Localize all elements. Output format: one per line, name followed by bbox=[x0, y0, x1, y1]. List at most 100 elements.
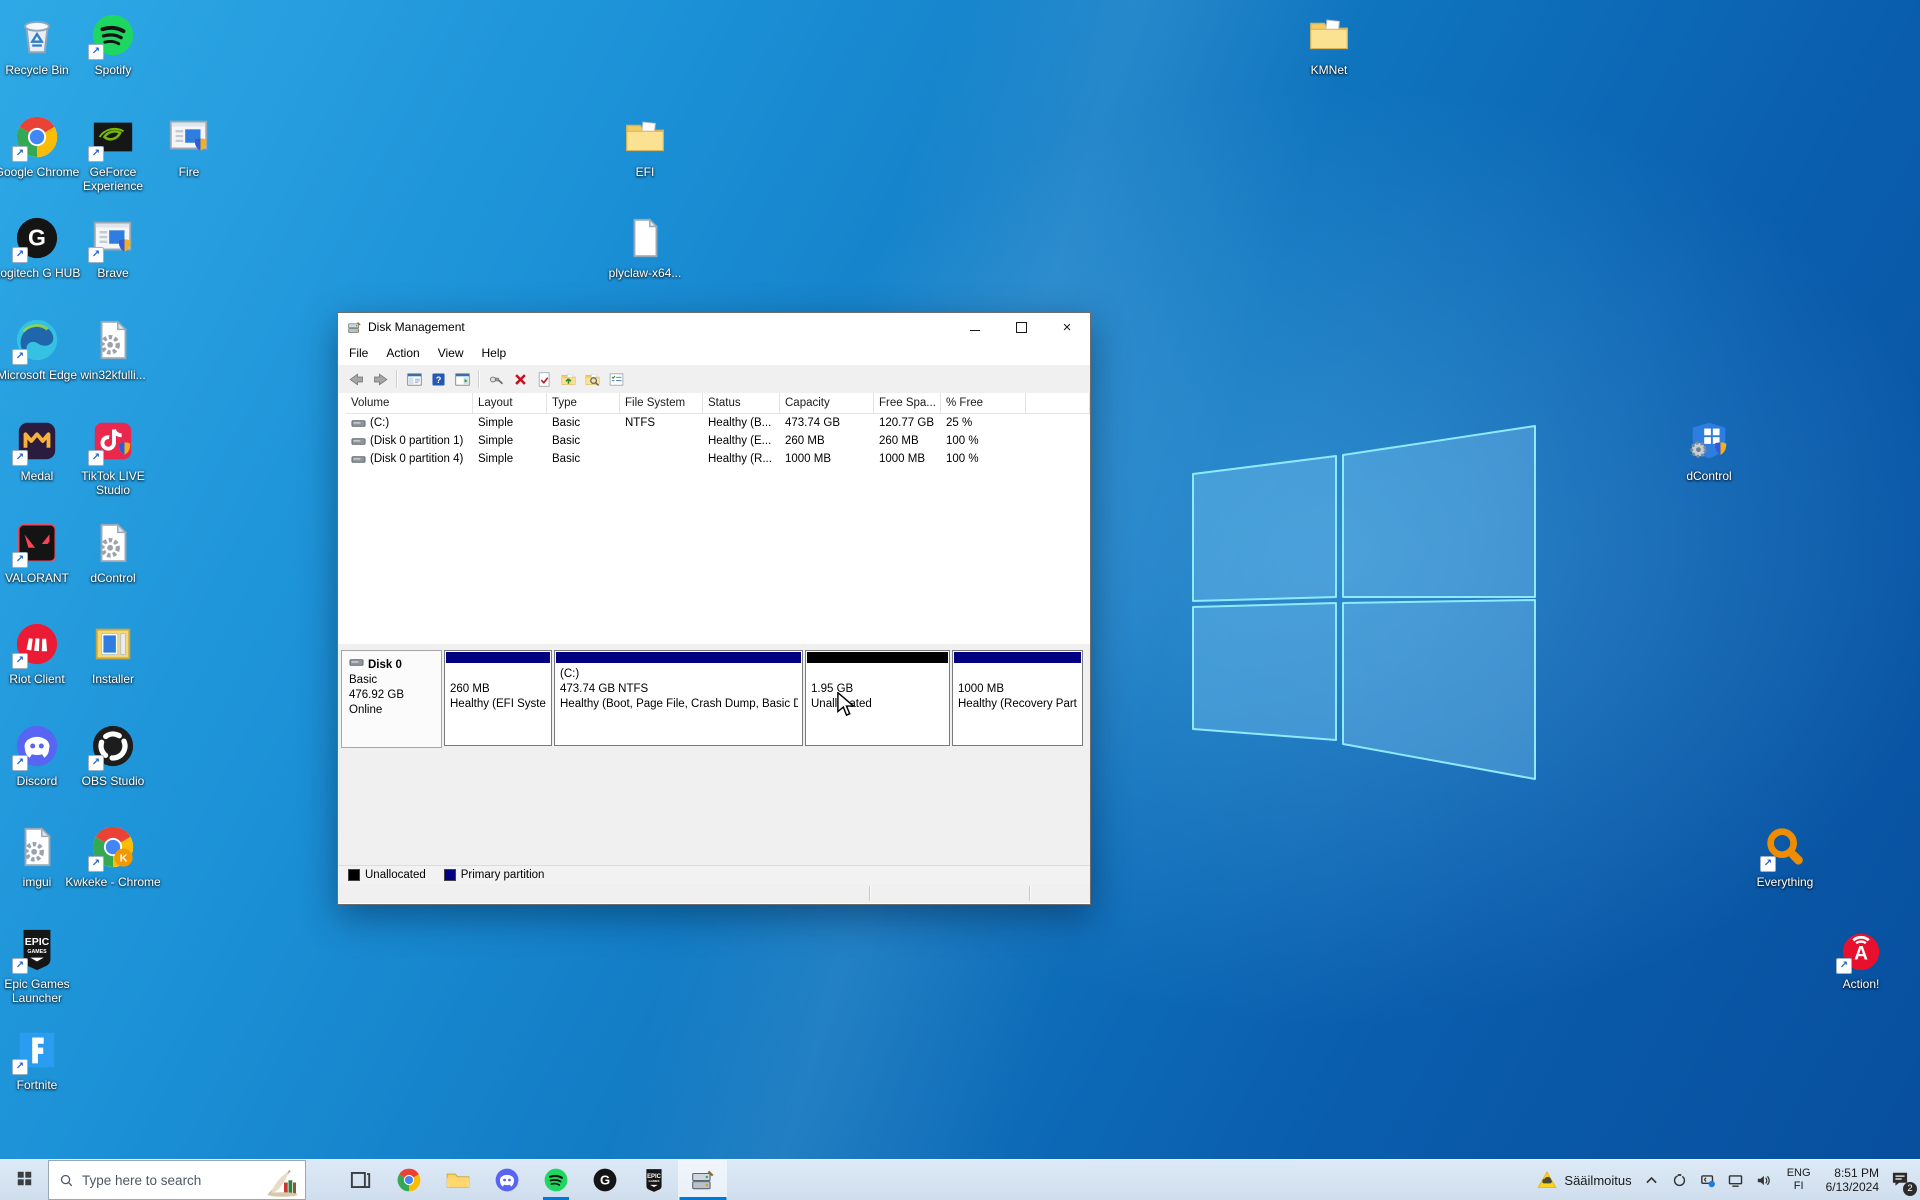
partition-primary[interactable]: (C:)473.74 GB NTFSHealthy (Boot, Page Fi… bbox=[554, 650, 803, 746]
cell: 473.74 GB bbox=[780, 414, 874, 432]
disk0-label[interactable]: Disk 0 Basic 476.92 GB Online bbox=[341, 650, 442, 748]
notification-center-button[interactable]: 2 bbox=[1890, 1169, 1910, 1192]
desktop-icon-win32kfulli[interactable]: win32kfulli... bbox=[65, 317, 161, 382]
language-indicator[interactable]: ENG FI bbox=[1783, 1167, 1815, 1193]
desktop-icon-kwkeke-chrome[interactable]: K↗Kwkeke - Chrome bbox=[65, 824, 161, 889]
maximize-button[interactable] bbox=[998, 313, 1044, 341]
action-pane-button[interactable] bbox=[450, 367, 474, 391]
console-tree-button[interactable] bbox=[402, 367, 426, 391]
window-title: Disk Management bbox=[368, 320, 465, 334]
menu-action[interactable]: Action bbox=[377, 342, 428, 364]
desktop-icon-plyclaw-x64[interactable]: plyclaw-x64... bbox=[597, 215, 693, 280]
svg-text:?: ? bbox=[435, 375, 441, 385]
desktop-icon-spotify[interactable]: ↗Spotify bbox=[65, 12, 161, 77]
partition-text: 1000 MBHealthy (Recovery Part bbox=[953, 664, 1082, 712]
screen-record-tray-icon[interactable] bbox=[1671, 1172, 1688, 1189]
partition-unallocated[interactable]: 1.95 GBUnallocated bbox=[805, 650, 950, 746]
svg-text:GAMES: GAMES bbox=[27, 948, 47, 954]
discord-icon: ↗ bbox=[14, 723, 60, 769]
taskbar-diskmgmt-button[interactable] bbox=[678, 1160, 727, 1200]
menu-file[interactable]: File bbox=[340, 342, 377, 364]
shortcut-arrow-icon: ↗ bbox=[88, 755, 104, 771]
disk-name: Disk 0 bbox=[368, 658, 402, 673]
taskbar-discord-button[interactable] bbox=[482, 1160, 531, 1200]
shortcut-arrow-icon: ↗ bbox=[88, 450, 104, 466]
cell: Basic bbox=[547, 450, 620, 468]
properties-button[interactable] bbox=[604, 367, 628, 391]
forward-button[interactable] bbox=[368, 367, 392, 391]
start-button[interactable] bbox=[0, 1160, 48, 1200]
desktop-icon-label: plyclaw-x64... bbox=[597, 266, 693, 280]
column-header--free[interactable]: % Free bbox=[941, 393, 1026, 414]
column-header-type[interactable]: Type bbox=[547, 393, 620, 414]
shortcut-arrow-icon: ↗ bbox=[12, 146, 28, 162]
cell: Simple bbox=[473, 414, 547, 432]
logitech-icon: G bbox=[592, 1167, 618, 1193]
desktop-icon-epic-games-launcher[interactable]: EPICGAMES↗Epic Games Launcher bbox=[0, 926, 85, 1005]
column-header-file-system[interactable]: File System bbox=[620, 393, 703, 414]
desktop-icon-action[interactable]: A↗Action! bbox=[1813, 926, 1909, 991]
dcontrol-shield-icon bbox=[1686, 418, 1732, 464]
doc-gear-icon bbox=[90, 317, 136, 363]
partition-primary[interactable]: 260 MBHealthy (EFI Syste bbox=[444, 650, 552, 746]
volume-row[interactable]: (Disk 0 partition 1)SimpleBasicHealthy (… bbox=[346, 432, 1090, 450]
partition-primary[interactable]: 1000 MBHealthy (Recovery Part bbox=[952, 650, 1083, 746]
shortcut-arrow-icon: ↗ bbox=[12, 450, 28, 466]
taskbar-spotify-button[interactable] bbox=[531, 1160, 580, 1200]
desktop-icon-brave[interactable]: ↗Brave bbox=[65, 215, 161, 280]
mark-active-button[interactable] bbox=[532, 367, 556, 391]
clock[interactable]: 8:51 PM 6/13/2024 bbox=[1826, 1166, 1879, 1194]
tray-overflow-chevron-icon[interactable] bbox=[1643, 1172, 1660, 1189]
folder-up-button[interactable] bbox=[556, 367, 580, 391]
taskbar-logitech-button[interactable]: G bbox=[580, 1160, 629, 1200]
help-button[interactable]: ? bbox=[426, 367, 450, 391]
cell: 25 % bbox=[941, 414, 1026, 432]
legend-swatch bbox=[348, 869, 360, 881]
desktop-icon-tiktok-live-studio[interactable]: ↗TikTok LIVE Studio bbox=[65, 418, 161, 497]
desktop-icon-installer[interactable]: Installer bbox=[65, 621, 161, 686]
desktop-icon-obs-studio[interactable]: ↗OBS Studio bbox=[65, 723, 161, 788]
desktop-icon-efi[interactable]: EFI bbox=[597, 114, 693, 179]
back-button[interactable] bbox=[344, 367, 368, 391]
column-header-capacity[interactable]: Capacity bbox=[780, 393, 874, 414]
language-top: ENG bbox=[1783, 1167, 1815, 1180]
column-header-layout[interactable]: Layout bbox=[473, 393, 547, 414]
desktop-icon-dcontrol[interactable]: dControl bbox=[1661, 418, 1757, 483]
titlebar[interactable]: Disk Management × bbox=[338, 313, 1090, 341]
taskbar-epic-button[interactable]: EPICGAMES bbox=[629, 1160, 678, 1200]
desktop-icon-fire[interactable]: Fire bbox=[141, 114, 237, 179]
column-header-volume[interactable]: Volume bbox=[346, 393, 473, 414]
volume-tray-icon[interactable] bbox=[1755, 1172, 1772, 1189]
menu-view[interactable]: View bbox=[429, 342, 473, 364]
weather-notice[interactable]: Sääilmoitus bbox=[1537, 1170, 1631, 1190]
network-tray-icon[interactable] bbox=[1727, 1172, 1744, 1189]
doc-gear-icon bbox=[90, 520, 136, 566]
tiktok-icon: ↗ bbox=[90, 418, 136, 464]
close-button[interactable]: × bbox=[1044, 313, 1090, 341]
column-header-free-spa-[interactable]: Free Spa... bbox=[874, 393, 941, 414]
cell: Basic bbox=[547, 432, 620, 450]
chrome-icon: ↗ bbox=[14, 114, 60, 160]
column-header-status[interactable]: Status bbox=[703, 393, 780, 414]
delete-button[interactable] bbox=[508, 367, 532, 391]
tool-button[interactable] bbox=[484, 367, 508, 391]
desktop-icon-everything[interactable]: ↗Everything bbox=[1737, 824, 1833, 889]
minimize-button[interactable] bbox=[952, 313, 998, 341]
menu-help[interactable]: Help bbox=[473, 342, 516, 364]
search-input[interactable]: Type here to search bbox=[48, 1160, 306, 1200]
folder-search-button[interactable] bbox=[580, 367, 604, 391]
desktop-icon-dcontrol[interactable]: dControl bbox=[65, 520, 161, 585]
device-sync-tray-icon[interactable] bbox=[1699, 1172, 1716, 1189]
taskbar-task-view-button[interactable] bbox=[335, 1160, 384, 1200]
desktop-icon-fortnite[interactable]: ↗Fortnite bbox=[0, 1027, 85, 1092]
fortnite-icon: ↗ bbox=[14, 1027, 60, 1073]
desktop-icon-label: Epic Games Launcher bbox=[0, 977, 85, 1005]
svg-text:G: G bbox=[28, 225, 46, 251]
volume-row[interactable]: (C:)SimpleBasicNTFSHealthy (B...473.74 G… bbox=[346, 414, 1090, 432]
kwkeke-icon: K↗ bbox=[90, 824, 136, 870]
desktop-icon-kmnet[interactable]: KMNet bbox=[1281, 12, 1377, 77]
volume-row[interactable]: (Disk 0 partition 4)SimpleBasicHealthy (… bbox=[346, 450, 1090, 468]
taskbar-file-explorer-button[interactable] bbox=[433, 1160, 482, 1200]
search-icon bbox=[59, 1173, 74, 1188]
taskbar-chrome-button[interactable] bbox=[384, 1160, 433, 1200]
